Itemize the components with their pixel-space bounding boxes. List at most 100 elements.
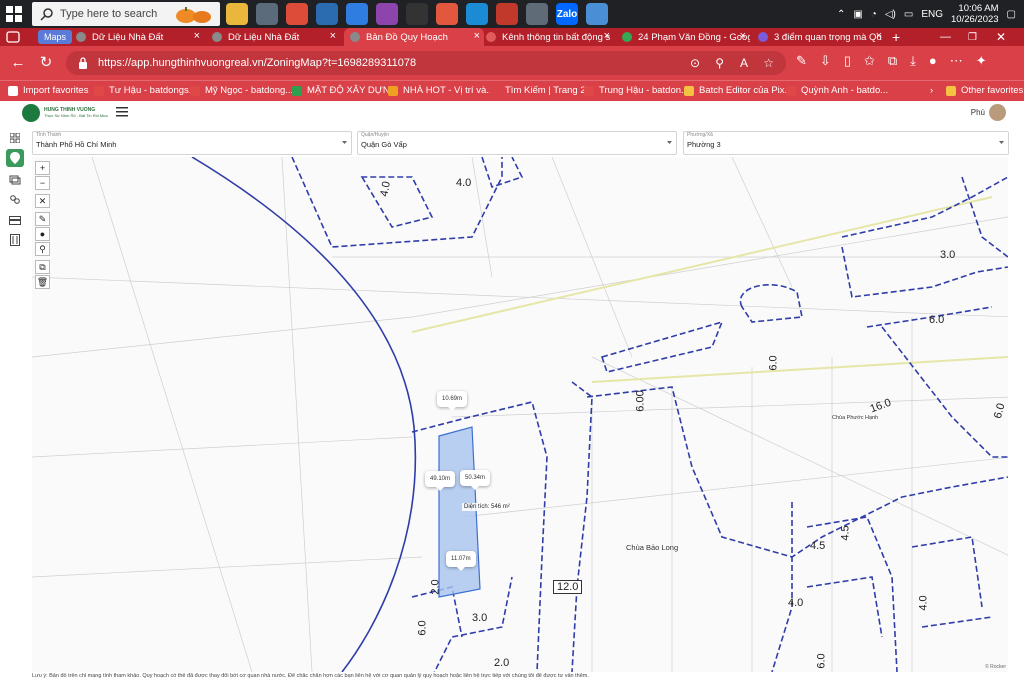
tab-google-maps[interactable]: 24 Phạm Văn Đồng - Goog ×: [622, 28, 750, 46]
favorite-tim-kiem[interactable]: Tìm Kiếm | Trang 2...: [490, 85, 594, 96]
favorite-my-ngoc[interactable]: Mỹ Ngọc - batdong...: [190, 85, 293, 96]
taskbar-search-box[interactable]: Type here to search: [32, 2, 220, 26]
close-tab-icon[interactable]: ×: [740, 30, 746, 42]
url-text: https://app.hungthinhvuongreal.vn/Zoning…: [98, 57, 417, 69]
district-select[interactable]: Quận/Huyện Quận Gò Vấp: [357, 131, 677, 155]
sidebar-users-icon[interactable]: [6, 191, 24, 209]
tab-group-maps[interactable]: Maps: [38, 30, 73, 44]
sidebar-map-pin-icon[interactable]: [6, 149, 24, 167]
location-permission-icon[interactable]: ⊙: [690, 56, 700, 70]
sidebar-grid-icon[interactable]: [6, 129, 24, 147]
pen-extension-icon[interactable]: ✎: [796, 53, 807, 69]
road-width-label: 4.0: [917, 595, 930, 611]
address-bar[interactable]: https://app.hungthinhvuongreal.vn/Zoning…: [66, 51, 786, 75]
sidebar-layers-icon[interactable]: [6, 171, 24, 189]
copilot-icon[interactable]: ✦: [976, 53, 987, 69]
downloads-icon[interactable]: ⤓: [910, 53, 916, 69]
file-explorer-icon[interactable]: [226, 3, 248, 25]
wifi-icon[interactable]: ◔: [871, 9, 877, 20]
favorite-batch-editor[interactable]: Batch Editor của Pix...: [684, 85, 792, 96]
zoom-out-button[interactable]: −: [35, 176, 50, 190]
favorite-star-icon[interactable]: ☆: [763, 56, 774, 70]
battery-icon[interactable]: ▭: [904, 9, 913, 20]
edge-icon[interactable]: [466, 3, 488, 25]
tab-3-diem-quan-trong[interactable]: 3 điểm quan trọng mà Qu ×: [758, 28, 886, 46]
favorite-mat-do[interactable]: MẶT ĐỘ XÂY DỰN...: [292, 85, 398, 96]
tab-ban-do-quy-hoach[interactable]: Bản Đồ Quy Hoạch ×: [344, 28, 484, 46]
chrome-icon[interactable]: [286, 3, 308, 25]
favorite-nha-hot[interactable]: NHÀ HOT - Vị trí và...: [388, 85, 494, 96]
sidebar-building-icon[interactable]: [6, 231, 24, 249]
app-icon-orange[interactable]: [436, 3, 458, 25]
tab-kenh-thong-tin[interactable]: Kênh thông tin bất động s ×: [486, 28, 614, 46]
split-screen-icon[interactable]: ▯: [844, 53, 851, 69]
user-menu[interactable]: Phú: [971, 104, 1006, 121]
zoom-in-button[interactable]: +: [35, 161, 50, 175]
clock-app-icon[interactable]: [256, 3, 278, 25]
network-icon[interactable]: ▣: [853, 9, 862, 20]
todo-app-icon[interactable]: [346, 3, 368, 25]
zoning-map[interactable]: + − ✕ ✎ ● ⚲ ⧉ 🗑 10.69m 49.10m 50.34m 11.…: [32, 157, 1008, 672]
search-icon: [40, 8, 53, 21]
zoom-icon[interactable]: ⚲: [715, 56, 724, 70]
tab-du-lieu-nha-dat-2[interactable]: Dữ Liệu Nhà Đất ×: [212, 28, 340, 46]
collections-icon[interactable]: ⧉: [888, 53, 897, 69]
minimize-icon[interactable]: —: [940, 28, 956, 46]
windows-start-icon[interactable]: [6, 6, 22, 22]
close-tab-icon[interactable]: ×: [604, 30, 610, 42]
copy-layer-button[interactable]: ⧉: [35, 260, 50, 274]
ward-select[interactable]: Phường/Xã Phường 3: [683, 131, 1009, 155]
calculator-icon[interactable]: [526, 3, 548, 25]
notification-icon[interactable]: ▢: [1007, 9, 1016, 20]
back-arrow-icon[interactable]: ←: [10, 55, 26, 71]
calculator-app-icon[interactable]: [316, 3, 338, 25]
favorite-trung-hau[interactable]: Trung Hậu - batdon...: [584, 85, 689, 96]
more-menu-icon[interactable]: ⋯: [950, 53, 963, 69]
new-tab-button[interactable]: +: [892, 28, 908, 46]
language-indicator[interactable]: ENG: [921, 9, 943, 20]
province-select[interactable]: Tỉnh Thành Thành Phố Hồ Chí Minh: [32, 131, 352, 155]
restore-icon[interactable]: ❐: [968, 28, 984, 46]
taskbar-clock[interactable]: 10:06 AM 10/26/2023: [951, 3, 999, 25]
download-extension-icon[interactable]: ⇩: [820, 53, 831, 69]
refresh-icon[interactable]: ↻: [38, 55, 54, 71]
tab-du-lieu-nha-dat-1[interactable]: Dữ Liệu Nhà Đất ×: [76, 28, 204, 46]
profile-avatar[interactable]: ●: [929, 53, 937, 69]
locate-button[interactable]: ⚲: [35, 242, 50, 256]
delete-drawing-button[interactable]: 🗑: [35, 275, 50, 289]
app-icon-blue[interactable]: [586, 3, 608, 25]
map-controls: + − ✕ ✎ ● ⚲ ⧉ 🗑: [35, 161, 50, 290]
road-width-label: 4.0: [456, 177, 472, 189]
favicon-icon: [388, 85, 398, 96]
favorite-tu-hau[interactable]: Tư Hậu - batdongs...: [94, 85, 197, 96]
chevron-up-icon[interactable]: ⌃: [837, 9, 845, 20]
user-avatar: [989, 104, 1006, 121]
clear-selection-button[interactable]: ✕: [35, 194, 50, 208]
favorites-overflow-chevron-icon[interactable]: ›: [930, 85, 933, 96]
draw-line-button[interactable]: ✎: [35, 212, 50, 226]
app-icon-red[interactable]: [496, 3, 518, 25]
hamburger-menu-icon[interactable]: [116, 107, 128, 117]
favorite-quynh-anh[interactable]: Quỳnh Anh - batdo...: [786, 85, 888, 96]
close-tab-icon[interactable]: ×: [474, 30, 480, 42]
logo-icon: [22, 104, 40, 122]
close-tab-icon[interactable]: ×: [194, 30, 200, 42]
lock-icon[interactable]: [78, 57, 88, 69]
brand-logo[interactable]: HUNG THINH VUONG Thực Sự Nhìn Rõ - Bất T…: [22, 104, 108, 122]
zalo-icon[interactable]: Zalo: [556, 3, 578, 25]
close-tab-icon[interactable]: ×: [330, 30, 336, 42]
sidebar-card-icon[interactable]: [6, 211, 24, 229]
favorites-icon[interactable]: ✩: [864, 53, 875, 69]
media-player-icon[interactable]: [406, 3, 428, 25]
read-aloud-icon[interactable]: A: [740, 56, 748, 70]
draw-point-button[interactable]: ●: [35, 227, 50, 241]
favorite-other[interactable]: Other favorites: [946, 85, 1023, 96]
favorite-import[interactable]: Import favorites: [8, 85, 88, 96]
volume-icon[interactable]: ◁): [885, 9, 896, 20]
app-icon-purple[interactable]: [376, 3, 398, 25]
workspaces-icon[interactable]: [6, 31, 20, 43]
province-label: Tỉnh Thành: [36, 132, 62, 138]
close-tab-icon[interactable]: ×: [876, 30, 882, 42]
close-window-icon[interactable]: ✕: [996, 28, 1012, 46]
favorite-label: Quỳnh Anh - batdo...: [801, 85, 889, 96]
